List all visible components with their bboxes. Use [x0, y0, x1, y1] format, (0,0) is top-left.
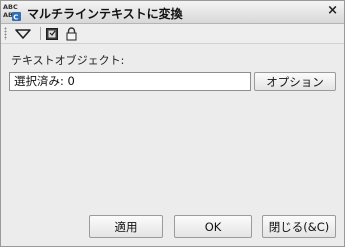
apply-button[interactable]: 適用 [89, 215, 163, 238]
dialog-window: ABC AB C マルチラインテキストに変換 × テキストオブジェクト: 選択済… [0, 0, 345, 247]
ok-button[interactable]: OK [174, 215, 252, 238]
select-objects-icon[interactable] [44, 25, 60, 42]
toolbar-separator [40, 27, 41, 40]
options-button[interactable]: オプション [254, 72, 336, 91]
svg-text:ABC: ABC [3, 3, 18, 11]
text-object-label: テキストオブジェクト: [11, 54, 125, 67]
toolbar-grip[interactable] [4, 27, 7, 40]
svg-text:AB: AB [3, 11, 13, 19]
dialog-title: マルチラインテキストに変換 [27, 7, 183, 21]
selection-count-field[interactable]: 選択済み: 0 [9, 72, 251, 91]
title-bar[interactable]: ABC AB C マルチラインテキストに変換 × [1, 1, 344, 24]
toolbar [1, 24, 344, 44]
close-button[interactable]: 閉じる(&C) [262, 215, 336, 238]
triangle-dropdown-icon[interactable] [11, 25, 35, 42]
close-icon[interactable]: × [327, 3, 338, 18]
svg-text:C: C [13, 14, 18, 22]
abc-text-convert-icon: ABC AB C [3, 2, 21, 22]
lock-icon[interactable] [64, 25, 78, 42]
